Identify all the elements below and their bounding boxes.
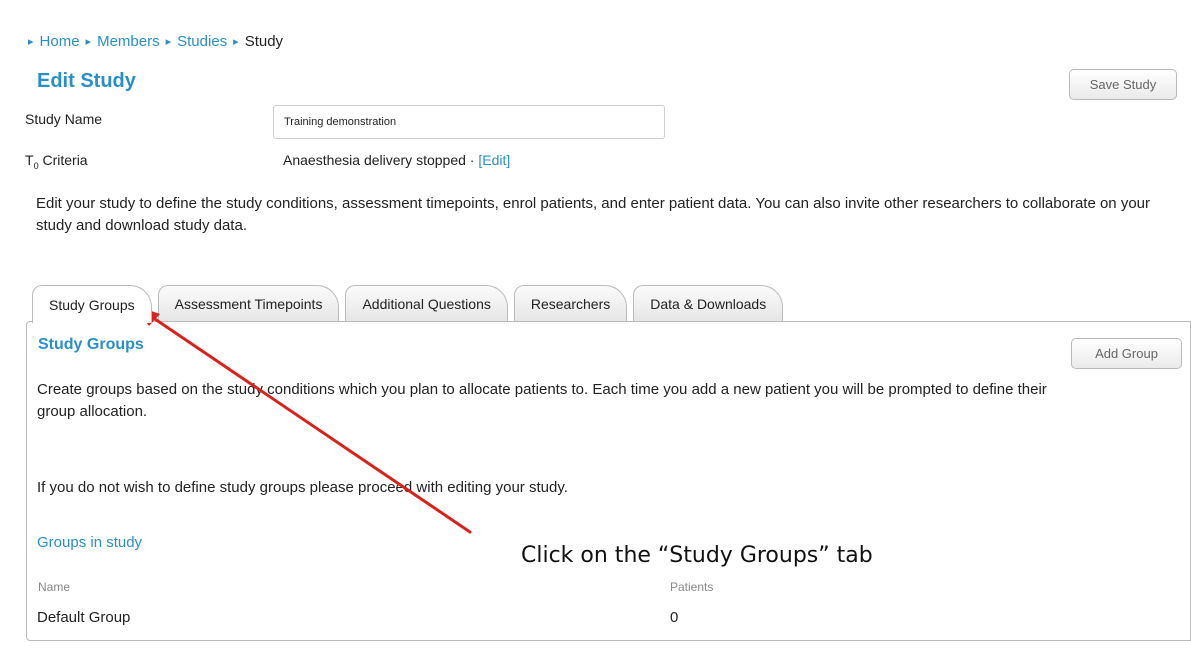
study-description: Edit your study to define the study cond… — [36, 195, 1150, 234]
panel-title: Study Groups — [38, 336, 144, 353]
tab-study-groups[interactable]: Study Groups — [32, 285, 152, 323]
groups-heading: Groups in study — [37, 534, 143, 551]
study-tabs: Study Groups Assessment Timepoints Addit… — [32, 285, 784, 323]
criteria-text: Anaesthesia delivery stopped · — [283, 152, 479, 168]
save-study-button[interactable]: Save Study — [1069, 69, 1177, 100]
breadcrumb-separator-icon: ▸ — [165, 36, 172, 48]
panel-note-text: If you do not wish to define study group… — [37, 479, 568, 496]
breadcrumb-separator-icon: ▸ — [85, 36, 92, 48]
tab-additional-questions[interactable]: Additional Questions — [345, 285, 508, 321]
group-row-patients: 0 — [670, 609, 679, 626]
annotation-text: Click on the “Study Groups” tab — [521, 543, 873, 568]
tab-researchers[interactable]: Researchers — [513, 285, 628, 321]
page-title: Edit Study — [37, 70, 136, 92]
t0-label-rest: Criteria — [38, 152, 88, 168]
breadcrumb-members[interactable]: Members — [97, 33, 160, 50]
t0-criteria-value: Anaesthesia delivery stopped · [Edit] — [283, 152, 510, 168]
breadcrumb-current: Study — [244, 33, 284, 50]
t0-label-t: T — [25, 152, 34, 168]
group-row-name[interactable]: Default Group — [37, 609, 130, 626]
column-header-patients: Patients — [670, 580, 714, 594]
study-name-label: Study Name — [25, 111, 103, 127]
study-name-input[interactable] — [273, 105, 665, 139]
tab-assessment-timepoints[interactable]: Assessment Timepoints — [157, 285, 340, 321]
t0-criteria-label: T0 Criteria — [25, 152, 88, 171]
breadcrumb-home[interactable]: Home — [40, 33, 80, 50]
breadcrumb-studies[interactable]: Studies — [177, 33, 227, 50]
column-header-name: Name — [38, 580, 71, 594]
add-group-button[interactable]: Add Group — [1071, 338, 1182, 369]
tab-data-downloads[interactable]: Data & Downloads — [633, 285, 784, 321]
breadcrumb: ▸ Home ▸ Members ▸ Studies ▸ Study — [28, 33, 283, 50]
criteria-edit-link[interactable]: [Edit] — [478, 152, 510, 168]
breadcrumb-separator-icon: ▸ — [233, 36, 239, 48]
panel-intro-text: Create groups based on the study conditi… — [37, 381, 1047, 420]
breadcrumb-separator-icon: ▸ — [28, 36, 34, 48]
